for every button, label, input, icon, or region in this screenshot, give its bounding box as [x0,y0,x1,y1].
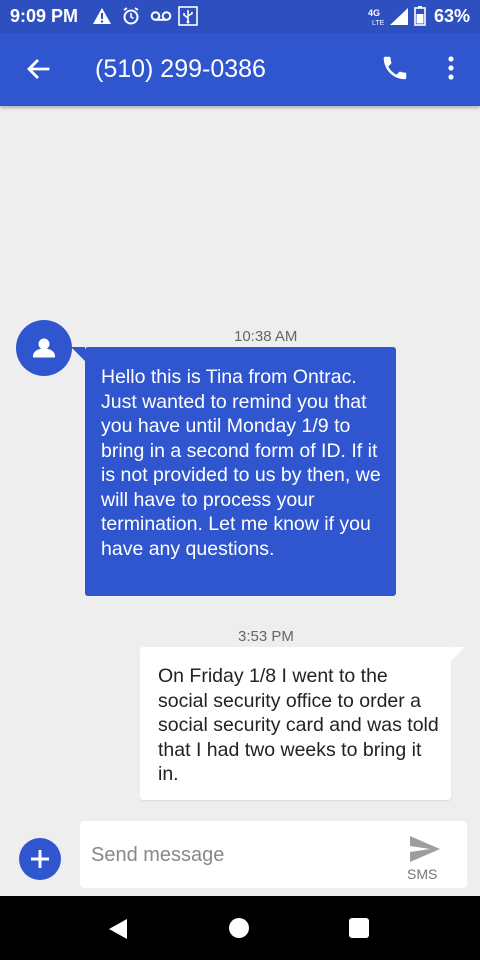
message-timestamp: 10:38 AM [234,328,298,345]
incoming-message-bubble[interactable]: Hello this is Tina from Ontrac. Just wan… [71,347,396,596]
battery-icon [414,6,426,26]
status-bar: 9:09 PM 4G LTE 63% [0,0,480,33]
app-bar: (510) 299-0386 [0,33,480,106]
contact-avatar[interactable] [16,320,72,376]
message-timestamp: 3:53 PM [238,628,294,645]
person-icon [33,338,55,358]
nav-home-icon[interactable] [229,918,249,938]
plus-icon [31,850,49,868]
signal-4g-icon: 4G LTE [368,6,410,26]
send-sms-label[interactable]: SMS [407,866,437,882]
nav-recents-icon[interactable] [349,918,369,938]
nav-back-icon[interactable] [108,918,128,940]
status-time: 9:09 PM [10,6,79,26]
message-text: Hello this is Tina from Ontrac. Just wan… [101,366,381,560]
voicemail-icon [150,6,172,26]
battery-percent: 63% [433,6,470,26]
more-vert-icon[interactable] [440,53,462,83]
phone-icon[interactable] [380,53,410,83]
usb-icon [178,6,198,26]
conversation-title: (510) 299-0386 [95,55,266,83]
send-icon[interactable] [408,834,442,864]
back-arrow-icon[interactable] [24,55,52,83]
svg-text:4G: 4G [368,8,380,18]
message-input-placeholder: Send message [91,844,225,866]
svg-text:LTE: LTE [372,20,385,26]
warning-icon [92,6,112,26]
outgoing-message-bubble[interactable]: On Friday 1/8 I went to the social secur… [140,647,465,800]
add-attachment-button[interactable] [19,838,61,880]
message-text: On Friday 1/8 I went to the social secur… [158,665,439,785]
alarm-icon [122,6,140,26]
